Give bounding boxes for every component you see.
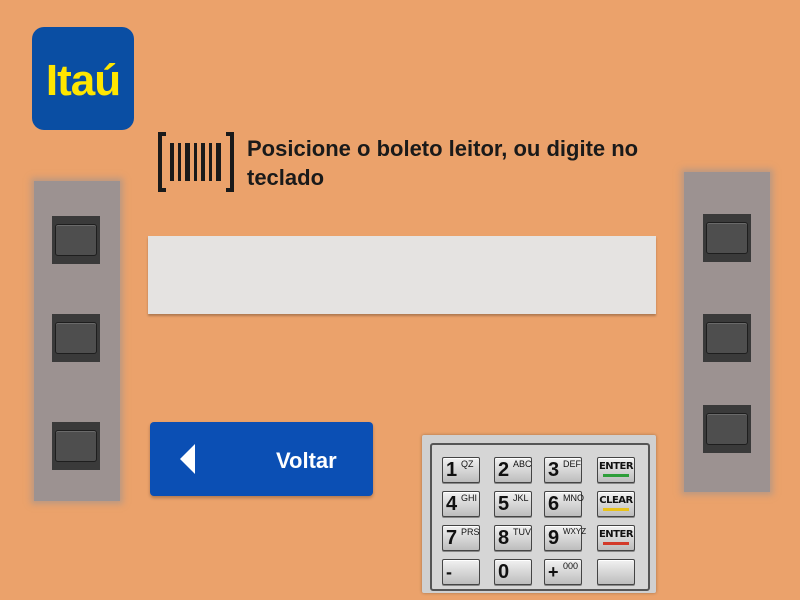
key-8-letters: TUV	[513, 527, 531, 537]
key-7-digit: 7	[446, 527, 458, 549]
back-button[interactable]: Voltar	[150, 422, 373, 496]
key-7-letters: PRS	[461, 527, 480, 537]
key-7[interactable]: 7 PRS	[442, 525, 480, 551]
left-side-button-1[interactable]	[52, 216, 100, 264]
left-side-button-1-face	[55, 224, 97, 256]
key-5[interactable]: 5 JKL	[494, 491, 532, 517]
enter-green-key[interactable]: ENTER	[597, 457, 635, 483]
key-4-letters: GHI	[461, 493, 478, 503]
key-5-letters: JKL	[513, 493, 529, 503]
key-2-letters: ABC	[513, 459, 532, 469]
key-4-digit: 4	[446, 493, 458, 515]
key-6[interactable]: 6 MNO	[544, 491, 584, 517]
key-6-letters: MNO	[563, 493, 584, 503]
key-1-letters: QZ	[461, 459, 474, 469]
right-side-button-3[interactable]	[703, 405, 751, 453]
left-side-panel	[34, 181, 120, 501]
key-0-digit: 0	[498, 561, 510, 583]
key-5-digit: 5	[498, 493, 510, 515]
left-side-button-3[interactable]	[52, 422, 100, 470]
back-button-label: Voltar	[276, 448, 337, 473]
barcode-scan-icon	[158, 132, 234, 192]
logo-text: Itaú	[45, 55, 121, 105]
clear-label: CLEAR	[599, 495, 633, 506]
right-side-button-2[interactable]	[703, 314, 751, 362]
enter-red-label: ENTER	[598, 529, 634, 540]
left-side-button-2-face	[55, 322, 97, 354]
chevron-left-icon	[180, 444, 195, 474]
itau-logo: Itaú	[32, 27, 134, 130]
key-1[interactable]: 1 QZ	[442, 457, 480, 483]
key-6-digit: 6	[548, 493, 560, 515]
key-minus[interactable]: -	[442, 559, 480, 585]
right-side-button-2-face	[706, 322, 748, 354]
clear-key[interactable]: CLEAR	[597, 491, 635, 517]
key-3-letters: DEF	[563, 459, 581, 469]
key-4[interactable]: 4 GHI	[442, 491, 480, 517]
key-9[interactable]: 9 WXYZ	[544, 525, 586, 551]
key-3[interactable]: 3 DEF	[544, 457, 582, 483]
key-9-digit: 9	[548, 527, 560, 549]
key-9-letters: WXYZ	[563, 527, 587, 536]
enter-green-label: ENTER	[598, 461, 634, 472]
right-side-panel	[684, 172, 770, 492]
red-indicator	[603, 542, 629, 545]
key-plus-symbol: +	[548, 562, 559, 582]
yellow-indicator	[603, 508, 629, 511]
key-8-digit: 8	[498, 527, 510, 549]
green-indicator	[603, 474, 629, 477]
keypad-frame: 1 QZ 2 ABC 3 DEF ENTER 4 GHI 5 JKL 6 MNO CLEAR…	[430, 443, 650, 591]
right-side-button-3-face	[706, 413, 748, 445]
blank-key[interactable]	[597, 559, 635, 585]
left-side-button-3-face	[55, 430, 97, 462]
key-8[interactable]: 8 TUV	[494, 525, 532, 551]
key-minus-symbol: -	[446, 562, 452, 582]
instruction-text: Posicione o boleto leitor, ou digite no …	[247, 136, 639, 190]
pin-keypad: 1 QZ 2 ABC 3 DEF ENTER 4 GHI 5 JKL 6 MNO CLEAR…	[422, 435, 656, 593]
key-1-digit: 1	[446, 459, 458, 481]
key-plus-letters: 000	[563, 561, 579, 571]
barcode-input[interactable]	[148, 236, 656, 314]
key-3-digit: 3	[548, 459, 560, 481]
right-side-button-1-face	[706, 222, 748, 254]
right-side-button-1[interactable]	[703, 214, 751, 262]
key-plus[interactable]: +000	[544, 559, 582, 585]
key-2-digit: 2	[498, 459, 510, 481]
left-side-button-2[interactable]	[52, 314, 100, 362]
key-0[interactable]: 0	[494, 559, 532, 585]
key-2[interactable]: 2 ABC	[494, 457, 532, 483]
enter-red-key[interactable]: ENTER	[597, 525, 635, 551]
